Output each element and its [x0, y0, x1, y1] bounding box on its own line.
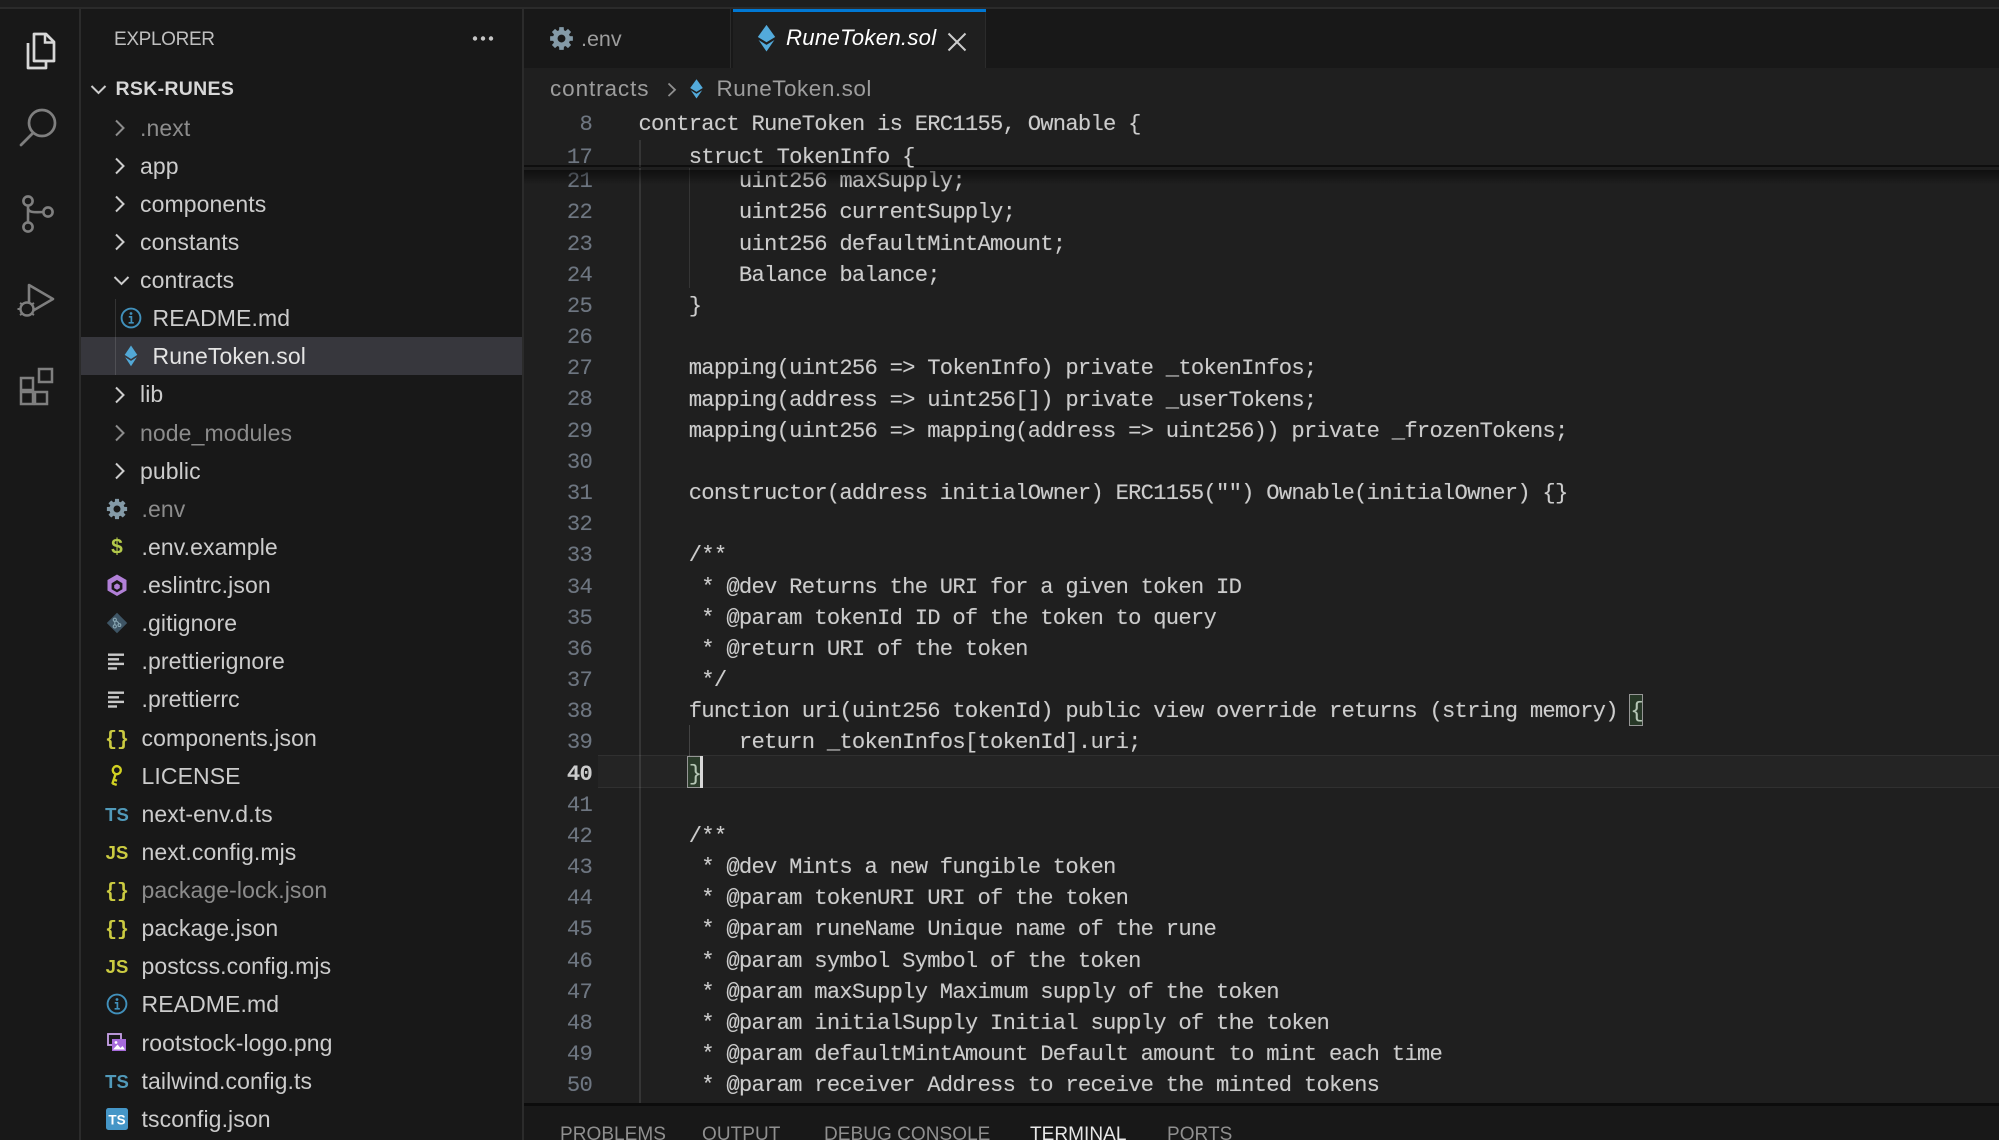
svg-text:$: $ [111, 535, 123, 558]
svg-text:TS: TS [105, 804, 129, 825]
svg-text:JS: JS [106, 842, 129, 863]
svg-text:TS: TS [108, 1112, 125, 1127]
svg-text:{}: {} [105, 881, 129, 902]
svg-text:TS: TS [105, 1071, 129, 1092]
svg-text:{}: {} [105, 919, 129, 940]
svg-text:JS: JS [106, 956, 129, 977]
svg-text:{}: {} [105, 729, 129, 750]
